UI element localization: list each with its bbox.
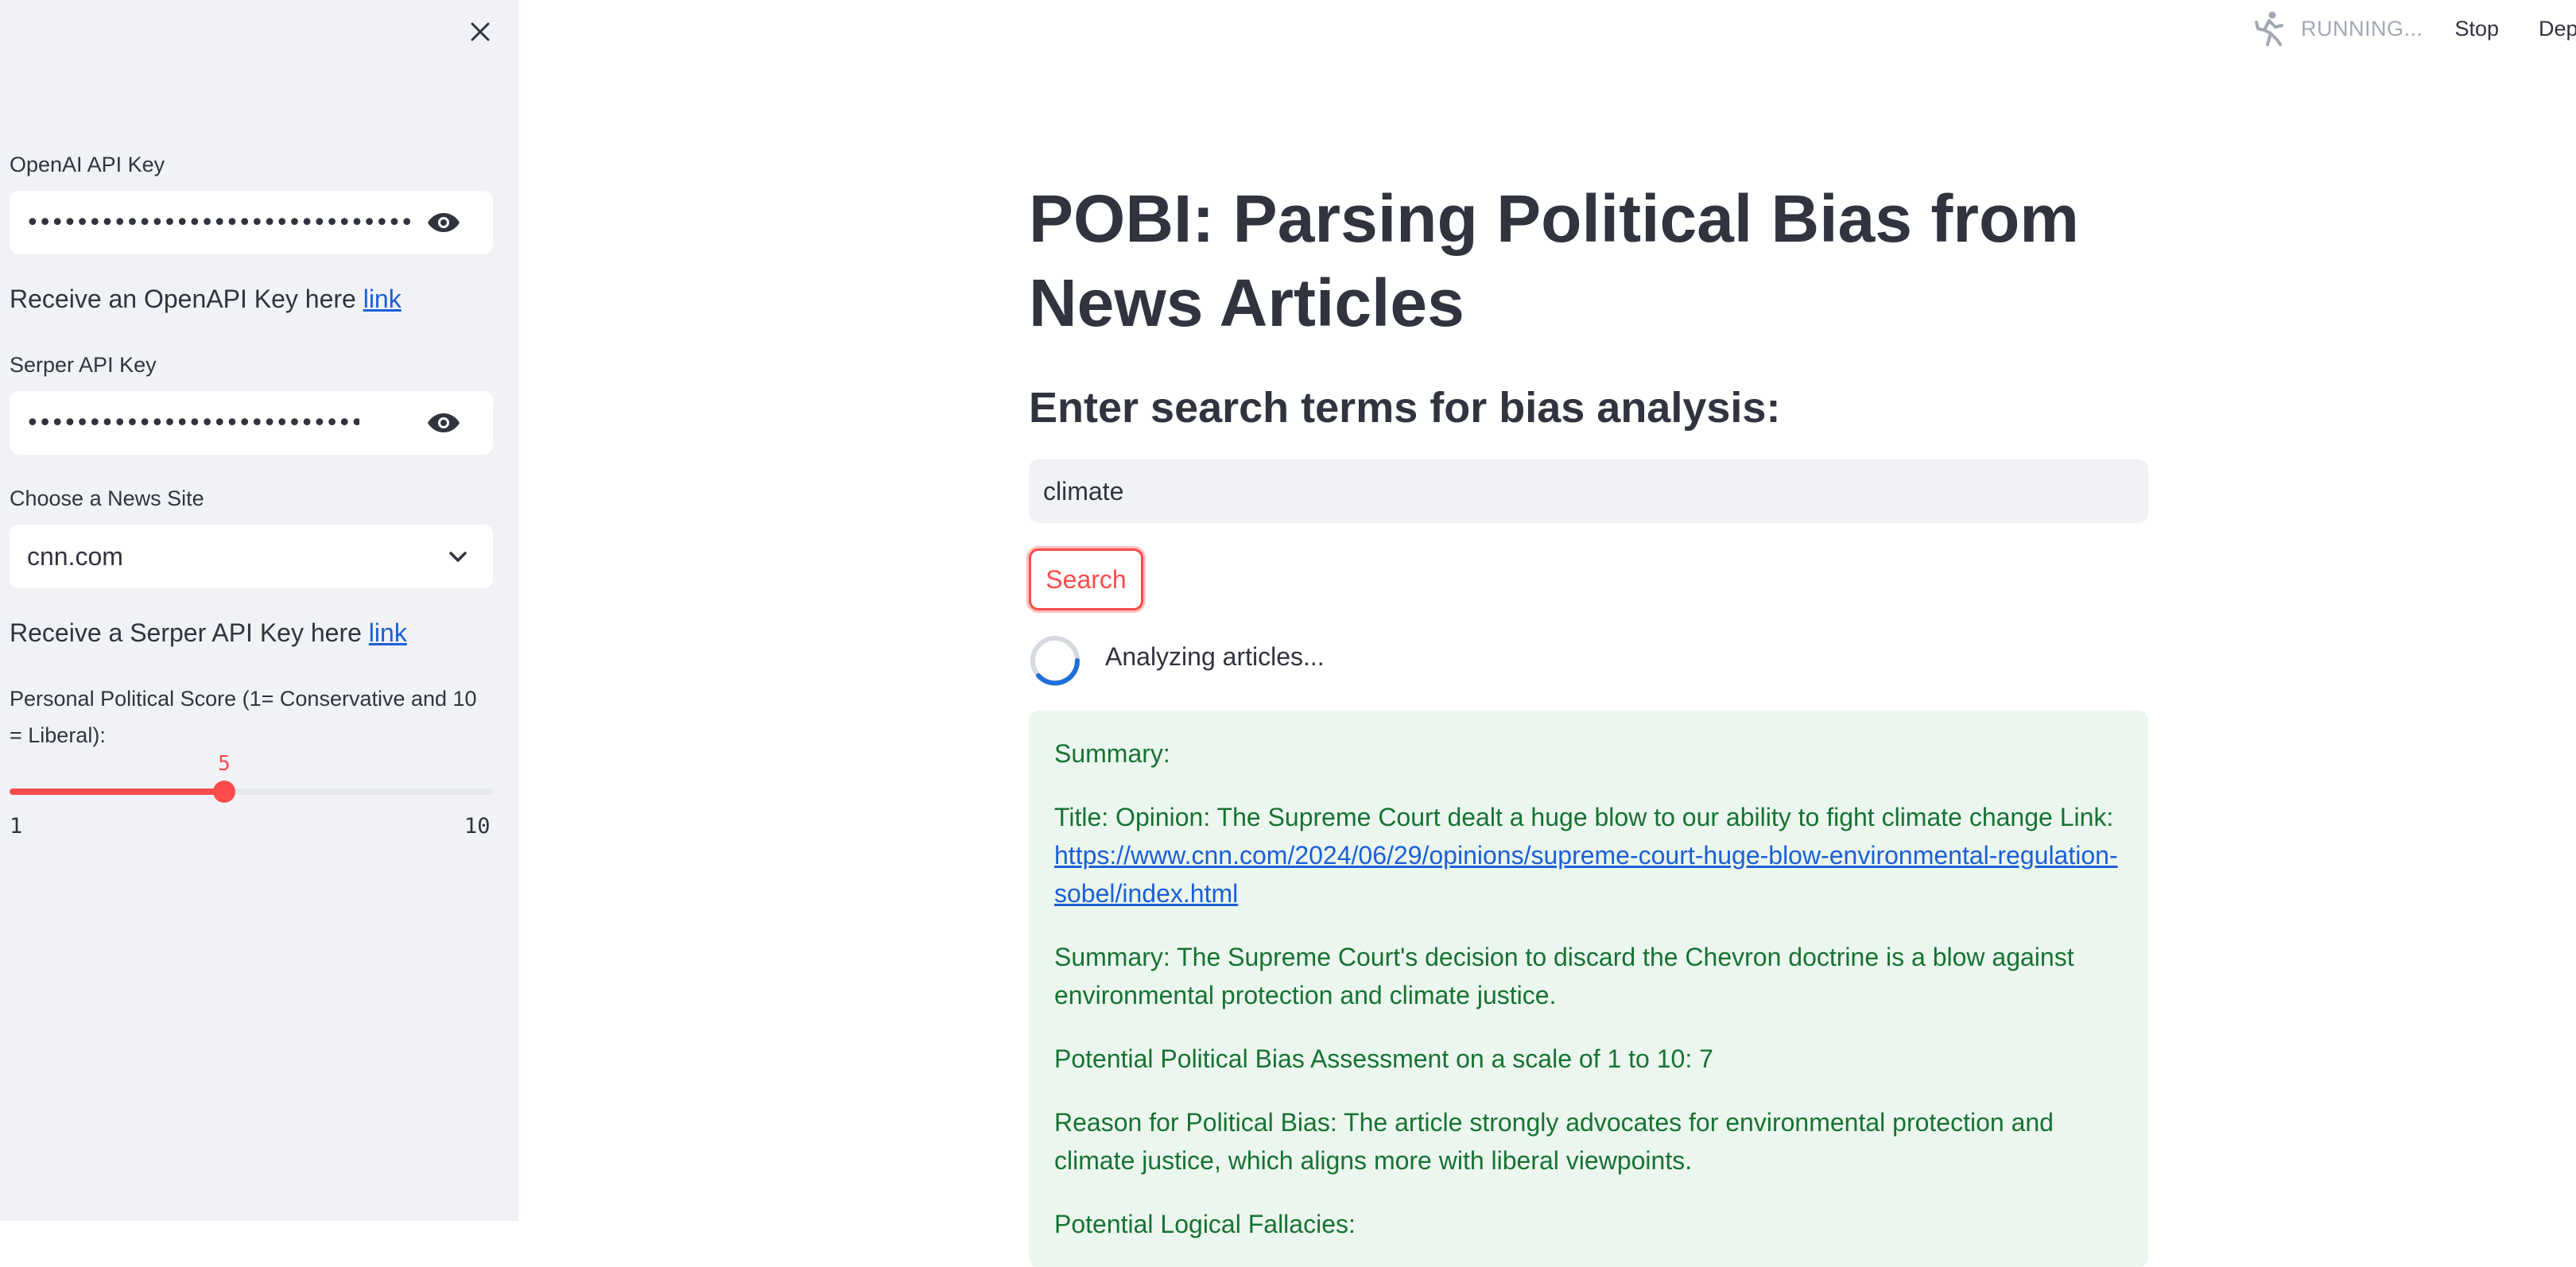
show-password-button[interactable] (426, 407, 461, 439)
serper-key-input[interactable]: •••••••••••••••••••••••••••••••••••••••• (10, 391, 493, 455)
sidebar: OpenAI API Key •••••••••••••••••••••••••… (0, 0, 518, 1221)
bias-assessment: Potential Political Bias Assessment on a… (1054, 1044, 1713, 1073)
openai-hint-text: Receive an OpenAPI Key here (10, 285, 363, 313)
search-button[interactable]: Search (1029, 548, 1143, 610)
openai-key-label: OpenAI API Key (10, 153, 165, 176)
openai-key-link[interactable]: link (363, 285, 402, 313)
eye-icon (428, 213, 460, 232)
serper-key-value: •••••••••••••••••••••••••••••••••••••••• (25, 409, 359, 437)
news-site-label: Choose a News Site (10, 486, 204, 510)
chevron-down-icon (449, 552, 467, 562)
serper-key-link[interactable]: link (369, 618, 407, 647)
serper-key-hint: Receive a Serper API Key here link (10, 618, 407, 648)
main-content: POBI: Parsing Political Bias from News A… (1029, 0, 2150, 1267)
slider-thumb[interactable] (213, 781, 235, 803)
slider-fill (10, 788, 224, 795)
show-password-button[interactable] (426, 207, 461, 238)
serper-key-label: Serper API Key (10, 353, 157, 377)
news-site-selected: cnn.com (27, 541, 123, 571)
article-link[interactable]: https://www.cnn.com/2024/06/29/opinions/… (1054, 841, 2118, 908)
app-toolbar: RUNNING... Stop Deploy (2250, 10, 2576, 48)
openai-key-value: ••••••••••••••••••••••••••••••••••••••••… (25, 208, 413, 237)
deploy-button[interactable]: Deploy (2539, 17, 2576, 41)
summary-heading: Summary: (1054, 739, 1170, 768)
fallacies-heading: Potential Logical Fallacies: (1054, 1210, 1356, 1238)
close-sidebar-button[interactable] (464, 16, 496, 48)
article-summary: Summary: The Supreme Court's decision to… (1054, 943, 2074, 1009)
close-icon (471, 22, 490, 41)
stop-button[interactable]: Stop (2455, 17, 2500, 41)
result-alert: Summary: Title: Opinion: The Supreme Cou… (1029, 711, 2148, 1267)
slider-min-value: 1 (10, 814, 23, 839)
running-status: RUNNING... (2301, 16, 2423, 41)
news-site-select[interactable]: cnn.com (10, 525, 493, 588)
loading-spinner-icon (1030, 636, 1080, 686)
eye-icon (428, 413, 460, 432)
serper-hint-text: Receive a Serper API Key here (10, 618, 369, 647)
bias-reason: Reason for Political Bias: The article s… (1054, 1108, 2054, 1175)
political-score-slider[interactable] (10, 781, 493, 803)
running-man-icon (2255, 11, 2283, 46)
openai-key-hint: Receive an OpenAPI Key here link (10, 285, 402, 314)
search-subheader: Enter search terms for bias analysis: (1029, 384, 1781, 432)
political-score-label: Personal Political Score (1= Conservativ… (10, 687, 477, 747)
page-title: POBI: Parsing Political Bias from News A… (1029, 181, 2079, 340)
search-input[interactable] (1029, 459, 2148, 523)
slider-max-value: 10 (464, 814, 491, 839)
article-title: Title: Opinion: The Supreme Court dealt … (1054, 803, 2114, 831)
slider-current-value: 5 (218, 752, 231, 776)
openai-key-input[interactable]: ••••••••••••••••••••••••••••••••••••••••… (10, 191, 493, 254)
article-title-line: Title: Opinion: The Supreme Court dealt … (1054, 798, 2123, 912)
spinner-text: Analyzing articles... (1105, 642, 1325, 671)
